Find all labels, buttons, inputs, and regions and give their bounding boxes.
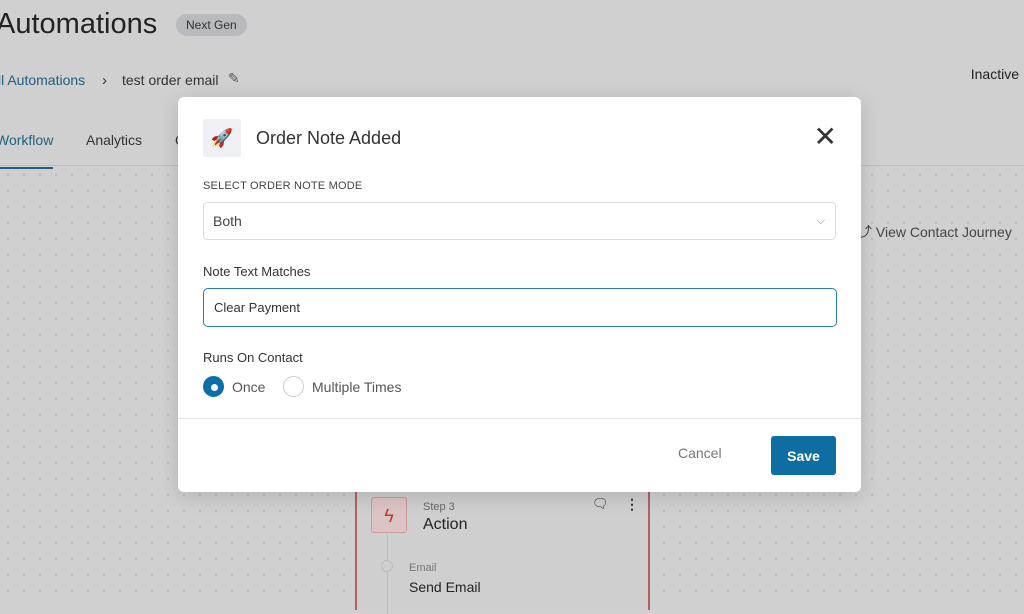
page-title: Automations <box>0 8 158 40</box>
runs-on-contact-label: Runs On Contact <box>203 350 303 365</box>
tab-analytics[interactable]: Analytics <box>86 132 142 148</box>
sub-step-label: Email <box>409 562 437 574</box>
mode-value: Both <box>213 213 242 229</box>
more-options-icon[interactable]: ⋮ <box>625 496 639 513</box>
breadcrumb-all-automations[interactable]: ll Automations <box>0 72 85 88</box>
status-label[interactable]: Inactive <box>971 66 1019 82</box>
step-dot <box>381 560 393 572</box>
action-step-node[interactable]: ϟ Step 3 Action 🗨 ⋮ Email Send Email <box>355 480 650 614</box>
chevron-down-icon: ⌵ <box>816 215 825 227</box>
step-title: Action <box>423 516 468 533</box>
comment-icon[interactable]: 🗨 <box>592 496 609 512</box>
radio-multiple-label: Multiple Times <box>312 378 402 395</box>
save-button[interactable]: Save <box>771 436 836 475</box>
note-text-input[interactable] <box>203 288 837 327</box>
radio-once[interactable]: Once <box>203 376 265 397</box>
lightning-icon: ϟ <box>371 497 407 533</box>
view-contact-journey-button[interactable]: ⤴ View Contact Journey <box>858 222 1012 242</box>
close-icon[interactable]: ✕ <box>814 123 837 151</box>
next-gen-badge: Next Gen <box>176 14 247 36</box>
tab-workflow[interactable]: Workflow <box>0 132 54 169</box>
radio-checked-icon[interactable] <box>203 376 224 397</box>
rocket-icon: 🚀 <box>203 119 241 157</box>
chevron-right-icon: › <box>102 72 107 89</box>
footer-divider <box>178 418 861 419</box>
order-note-modal: 🚀 Order Note Added ✕ SELECT ORDER NOTE M… <box>178 97 861 492</box>
breadcrumb-current: test order email <box>122 72 219 88</box>
note-text-label: Note Text Matches <box>203 264 311 279</box>
mode-label: SELECT ORDER NOTE MODE <box>203 180 363 192</box>
radio-multiple-times[interactable]: Multiple Times <box>283 376 401 397</box>
radio-once-label: Once <box>232 378 266 395</box>
step-number: Step 3 <box>423 501 455 513</box>
view-contact-journey-label: View Contact Journey <box>875 224 1012 240</box>
radio-unchecked-icon[interactable] <box>283 376 304 397</box>
edit-pencil-icon[interactable]: ✎ <box>228 70 240 87</box>
sub-step-title[interactable]: Send Email <box>409 579 481 595</box>
order-note-mode-select[interactable]: Both ⌵ <box>203 202 836 240</box>
modal-title: Order Note Added <box>256 128 402 148</box>
connector-line <box>387 534 388 614</box>
cancel-button[interactable]: Cancel <box>678 445 722 461</box>
